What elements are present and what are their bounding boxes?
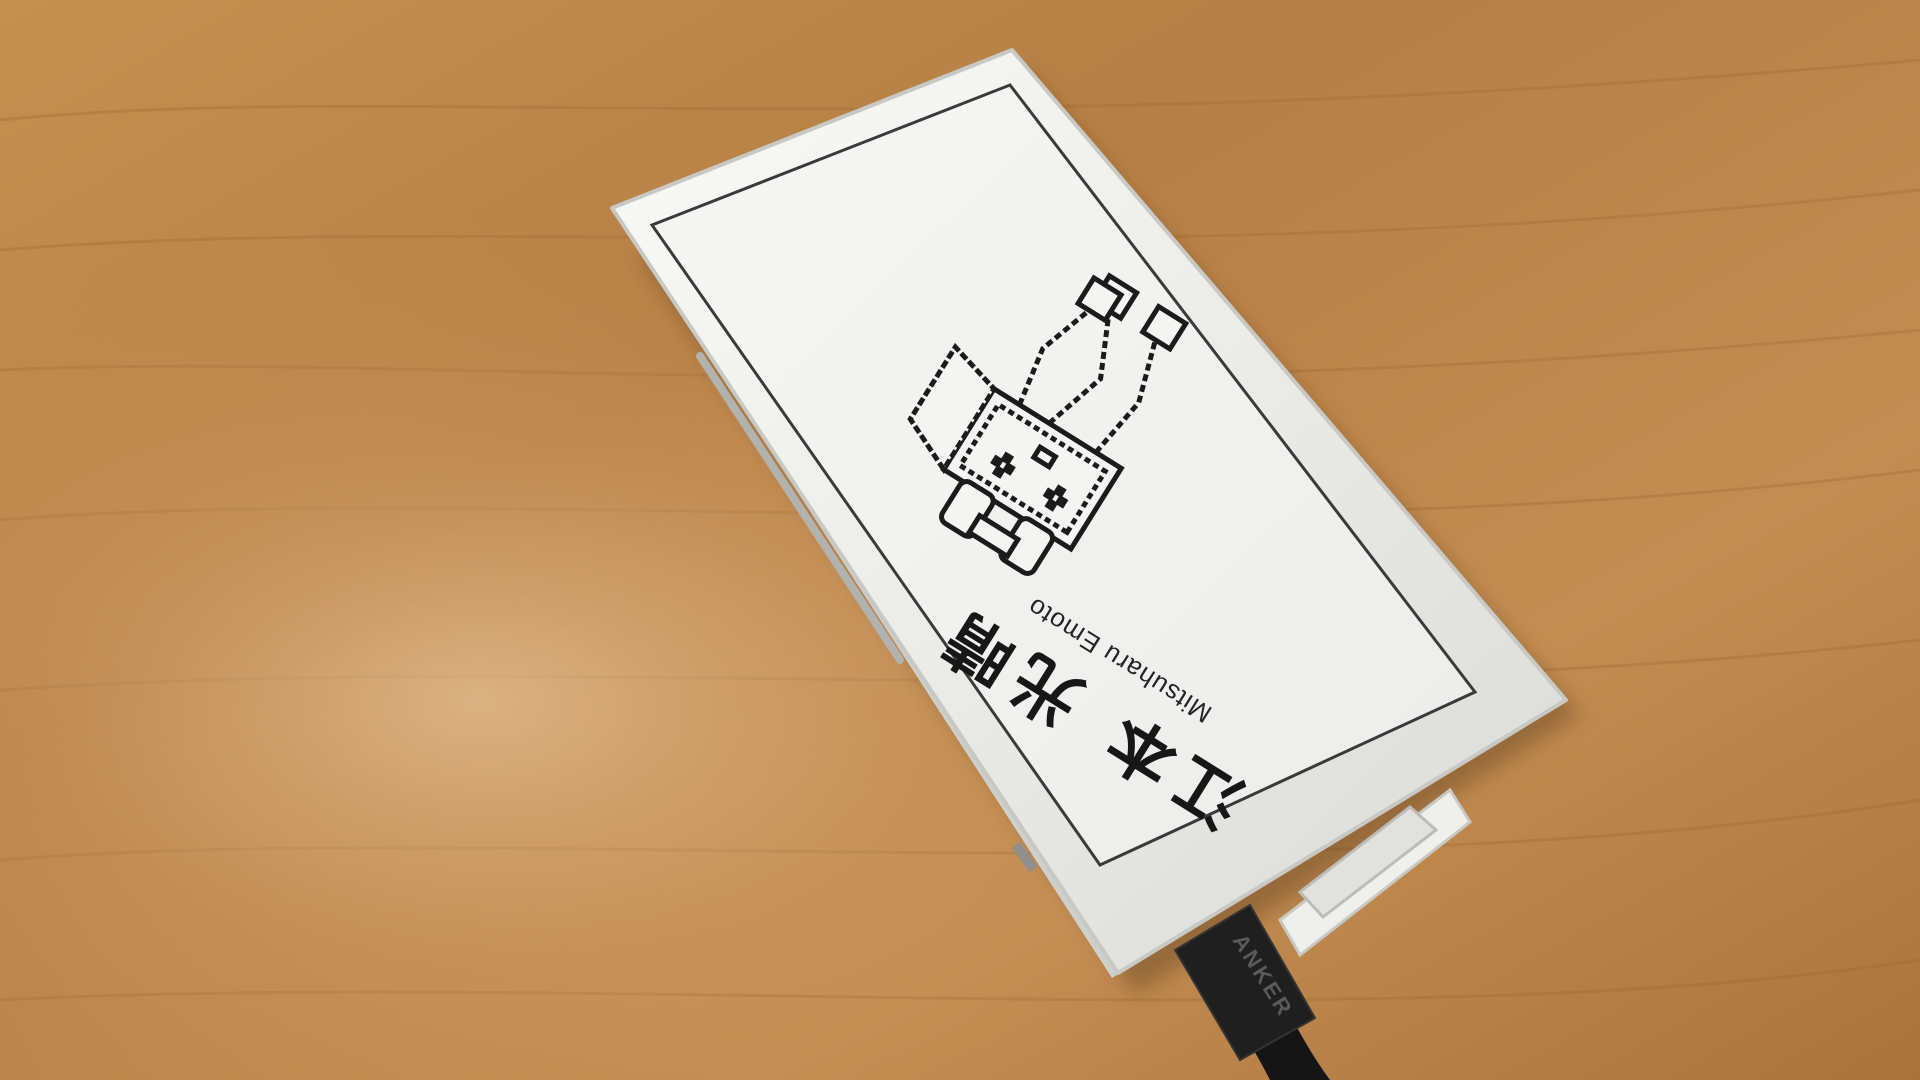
photo-scene: 江本 光晴 Mitsuharu Emoto ANKER <box>0 0 1920 1080</box>
